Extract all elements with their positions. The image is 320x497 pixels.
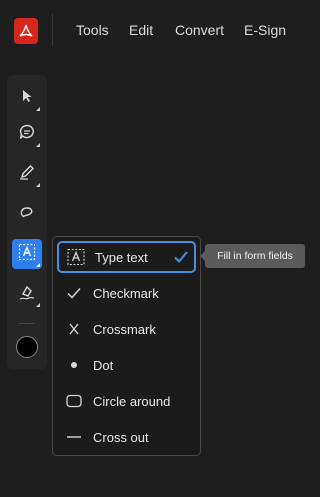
menu-item-cross-out[interactable]: Cross out	[57, 421, 196, 453]
color-swatch[interactable]	[16, 336, 38, 358]
checkmark-icon	[59, 283, 89, 303]
comment-icon	[18, 123, 36, 146]
toolbar-divider	[19, 323, 35, 324]
acrobat-logo-icon[interactable]	[14, 18, 38, 44]
nav-convert[interactable]: Convert	[175, 22, 224, 38]
quick-tools-toolbar	[7, 75, 47, 369]
crossmark-icon	[59, 319, 89, 339]
top-bar: Tools Edit Convert E-Sign	[0, 0, 317, 60]
fill-sign-tool-button[interactable]	[12, 239, 42, 269]
topbar-divider	[52, 14, 53, 46]
menu-item-crossmark[interactable]: Crossmark	[57, 313, 196, 345]
dot-icon	[59, 355, 89, 375]
nav-tools[interactable]: Tools	[76, 22, 109, 38]
fill-sign-text-icon	[17, 242, 37, 267]
comment-tool-button[interactable]	[12, 119, 42, 149]
sign-tool-button[interactable]	[12, 279, 42, 309]
menu-item-label: Checkmark	[93, 285, 159, 301]
menu-item-label: Cross out	[93, 429, 149, 445]
menu-item-type-text[interactable]: Type text	[57, 241, 196, 273]
nav-edit[interactable]: Edit	[129, 22, 153, 38]
draw-tool-button[interactable]	[12, 159, 42, 189]
menu-item-label: Dot	[93, 357, 114, 373]
signature-pen-icon	[18, 283, 36, 306]
pen-icon	[18, 163, 36, 186]
tooltip: Fill in form fields	[200, 244, 305, 268]
freeform-lasso-icon	[18, 203, 36, 226]
menu-item-circle-around[interactable]: Circle around	[57, 385, 196, 417]
select-arrow-icon	[19, 88, 35, 109]
circle-around-icon	[59, 391, 89, 411]
freeform-tool-button[interactable]	[12, 199, 42, 229]
nav-esign[interactable]: E-Sign	[244, 22, 286, 38]
menu-item-label: Circle around	[93, 393, 171, 409]
select-tool-button[interactable]	[12, 83, 42, 113]
selected-checkmark-icon	[172, 248, 190, 271]
cross-out-icon	[59, 427, 89, 447]
fill-sign-menu: Type text Checkmark Crossmark Dot Circle…	[52, 236, 201, 456]
menu-item-label: Crossmark	[93, 321, 156, 337]
menu-item-label: Type text	[95, 249, 148, 265]
menu-item-dot[interactable]: Dot	[57, 349, 196, 381]
text-box-icon	[61, 247, 91, 267]
menu-item-checkmark[interactable]: Checkmark	[57, 277, 196, 309]
